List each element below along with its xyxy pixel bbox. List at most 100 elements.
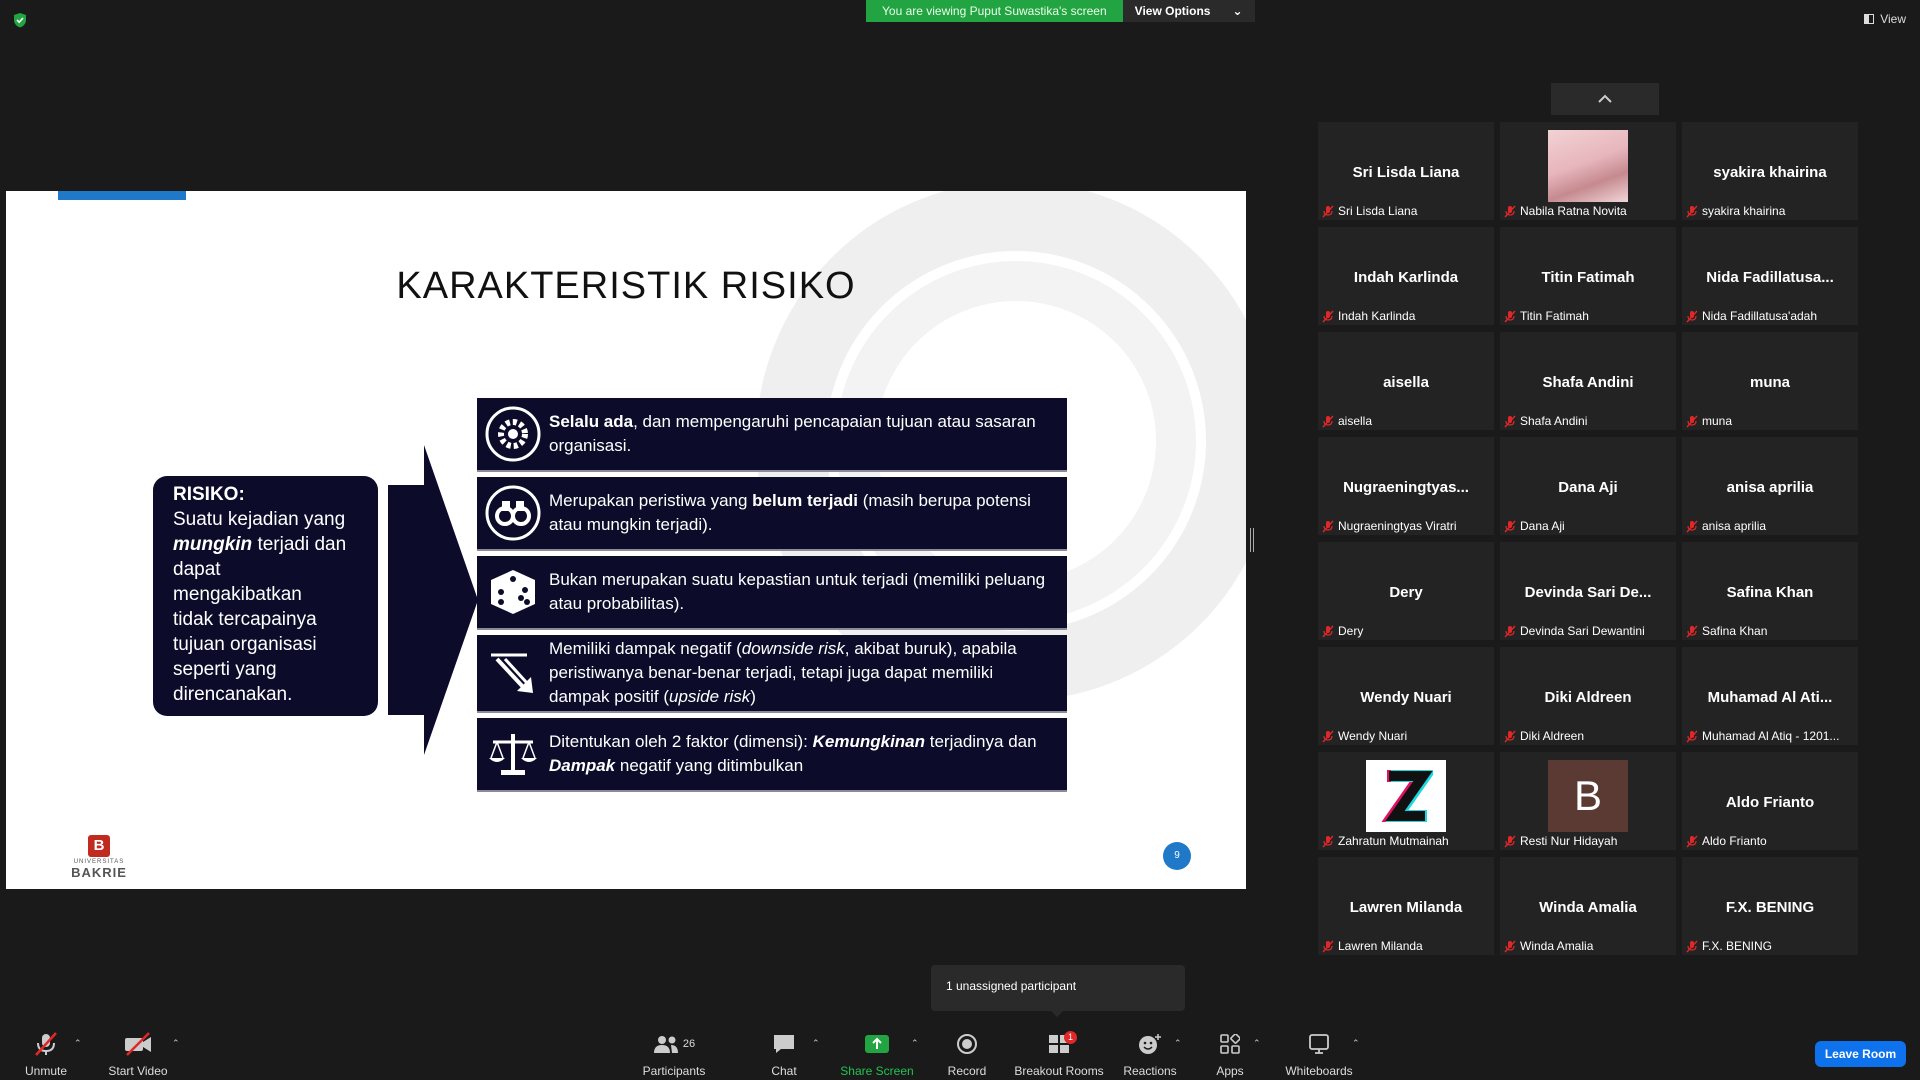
risk-text: mengakibatkan bbox=[173, 584, 302, 605]
whiteboards-label: Whiteboards bbox=[1285, 1064, 1353, 1078]
participant-tile[interactable]: Nida Fadillatusa... Nida Fadillatusa'adah bbox=[1682, 227, 1858, 325]
participant-name: Nugraeningtyas Viratri bbox=[1338, 519, 1457, 533]
participants-icon-wrap: 26 bbox=[641, 1030, 707, 1058]
participant-tile[interactable]: B Resti Nur Hidayah bbox=[1500, 752, 1676, 850]
participant-display-name: Safina Khan bbox=[1726, 584, 1814, 601]
whiteboard-icon bbox=[1284, 1030, 1354, 1058]
start-video-button[interactable]: Start Video bbox=[106, 1030, 170, 1078]
participant-display-name: anisa aprilia bbox=[1726, 479, 1814, 496]
view-button[interactable]: View bbox=[1864, 12, 1906, 26]
whiteboards-options-caret[interactable]: ⌃ bbox=[1352, 1038, 1360, 1049]
start-video-label: Start Video bbox=[108, 1064, 168, 1078]
participant-name: Dery bbox=[1338, 624, 1364, 638]
participant-tile[interactable]: muna muna bbox=[1682, 332, 1858, 430]
participant-tile[interactable]: Winda Amalia Winda Amalia bbox=[1500, 857, 1676, 955]
breakout-rooms-button[interactable]: 1 Breakout Rooms bbox=[1014, 1030, 1104, 1078]
reactions-options-caret[interactable]: ⌃ bbox=[1174, 1038, 1182, 1049]
reactions-icon bbox=[1122, 1030, 1178, 1058]
apps-options-caret[interactable]: ⌃ bbox=[1253, 1038, 1261, 1049]
participant-display-name: Indah Karlinda bbox=[1353, 269, 1459, 286]
slide-accent-bar bbox=[58, 191, 186, 200]
leave-room-button[interactable]: Leave Room bbox=[1815, 1041, 1906, 1067]
participant-tile[interactable]: Titin Fatimah Titin Fatimah bbox=[1500, 227, 1676, 325]
participant-display-name: muna bbox=[1749, 374, 1790, 391]
record-button[interactable]: Record bbox=[944, 1030, 990, 1078]
mic-muted-icon bbox=[1686, 730, 1698, 742]
apps-button[interactable]: Apps bbox=[1212, 1030, 1248, 1078]
mic-muted-icon bbox=[1504, 730, 1516, 742]
shared-screen-slide: KARAKTERISTIK RISIKO RISIKO: Suatu kejad… bbox=[6, 191, 1246, 889]
participant-tile[interactable]: F.X. BENING F.X. BENING bbox=[1682, 857, 1858, 955]
unmute-button[interactable]: Unmute bbox=[20, 1030, 72, 1078]
participant-tile[interactable]: Shafa Andini Shafa Andini bbox=[1500, 332, 1676, 430]
video-off-icon bbox=[106, 1030, 170, 1058]
participant-name: anisa aprilia bbox=[1702, 519, 1767, 533]
participants-button[interactable]: 26 Participants bbox=[641, 1030, 707, 1078]
item-italic-text: downside risk bbox=[741, 639, 845, 658]
participant-display-name: Winda Amalia bbox=[1539, 899, 1637, 916]
item-text: ) bbox=[750, 687, 756, 706]
participant-tile[interactable]: Lawren Milanda Lawren Milanda bbox=[1318, 857, 1494, 955]
risk-emphasis: mungkin bbox=[173, 534, 253, 555]
video-options-caret[interactable]: ⌃ bbox=[172, 1038, 180, 1049]
participant-name-label: Safina Khan bbox=[1686, 624, 1767, 638]
participant-name-label: Indah Karlinda bbox=[1322, 309, 1415, 323]
gallery-page-up-button[interactable] bbox=[1551, 83, 1659, 115]
participant-display-name: syakira khairina bbox=[1713, 164, 1827, 181]
audio-options-caret[interactable]: ⌃ bbox=[74, 1038, 82, 1049]
share-screen-button[interactable]: Share Screen bbox=[840, 1030, 914, 1078]
reactions-button[interactable]: Reactions bbox=[1122, 1030, 1178, 1078]
participant-display-name: Dana Aji bbox=[1558, 479, 1618, 496]
mic-muted-icon bbox=[1322, 205, 1334, 217]
participant-display-name: Wendy Nuari bbox=[1360, 689, 1452, 706]
participant-tile[interactable]: syakira khairina syakira khairina bbox=[1682, 122, 1858, 220]
participant-tile[interactable]: Dery Dery bbox=[1318, 542, 1494, 640]
share-options-caret[interactable]: ⌃ bbox=[911, 1038, 919, 1049]
unassigned-participant-tooltip: 1 unassigned participant bbox=[931, 965, 1185, 1017]
chat-button[interactable]: Chat bbox=[764, 1030, 804, 1078]
participant-tile[interactable]: Sri Lisda Liana Sri Lisda Liana bbox=[1318, 122, 1494, 220]
mic-muted-icon bbox=[1504, 625, 1516, 637]
view-options-button[interactable]: View Options ⌄ bbox=[1122, 0, 1255, 22]
participant-name-label: Muhamad Al Atiq - 1201... bbox=[1686, 729, 1839, 743]
risk-text: tidak tercapainya bbox=[173, 609, 317, 630]
participant-tile[interactable]: Nugraeningtyas... Nugraeningtyas Viratri bbox=[1318, 437, 1494, 535]
logo-name-text: BAKRIE bbox=[71, 865, 127, 880]
item-text: Memiliki dampak negatif ( bbox=[549, 639, 742, 658]
viewing-screen-label: You are viewing Puput Suwastika's screen bbox=[866, 0, 1123, 22]
participant-name-label: Nida Fadillatusa'adah bbox=[1686, 309, 1817, 323]
participant-tile[interactable]: Aldo Frianto Aldo Frianto bbox=[1682, 752, 1858, 850]
participant-tile[interactable]: aisella aisella bbox=[1318, 332, 1494, 430]
apps-icon bbox=[1212, 1030, 1248, 1058]
participant-display-name: Diki Aldreen bbox=[1544, 689, 1632, 706]
participant-tile[interactable]: Zahratun Mutmainah bbox=[1318, 752, 1494, 850]
security-shield-icon[interactable] bbox=[12, 12, 28, 28]
participant-name-label: Wendy Nuari bbox=[1322, 729, 1407, 743]
participant-tile[interactable]: Diki Aldreen Diki Aldreen bbox=[1500, 647, 1676, 745]
participant-tile[interactable]: Nabila Ratna Novita bbox=[1500, 122, 1676, 220]
participant-tile[interactable]: anisa aprilia anisa aprilia bbox=[1682, 437, 1858, 535]
participant-tile[interactable]: Muhamad Al Ati... Muhamad Al Atiq - 1201.… bbox=[1682, 647, 1858, 745]
panel-resize-handle[interactable] bbox=[1250, 528, 1254, 552]
participant-tile[interactable]: Dana Aji Dana Aji bbox=[1500, 437, 1676, 535]
participant-tile[interactable]: Safina Khan Safina Khan bbox=[1682, 542, 1858, 640]
gear-icon bbox=[477, 406, 549, 462]
share-screen-icon bbox=[840, 1030, 914, 1058]
participant-tile[interactable]: Wendy Nuari Wendy Nuari bbox=[1318, 647, 1494, 745]
university-logo: B UNIVERSITAS BAKRIE bbox=[64, 835, 134, 880]
participant-name: syakira khairina bbox=[1702, 204, 1786, 218]
participant-tile[interactable]: Devinda Sari De... Devinda Sari Dewantini bbox=[1500, 542, 1676, 640]
participant-name: Indah Karlinda bbox=[1338, 309, 1416, 323]
participant-name-label: Resti Nur Hidayah bbox=[1504, 834, 1617, 848]
risk-text: dapat bbox=[173, 559, 221, 580]
scale-icon bbox=[477, 728, 549, 780]
whiteboards-button[interactable]: Whiteboards bbox=[1284, 1030, 1354, 1078]
participant-tile[interactable]: Indah Karlinda Indah Karlinda bbox=[1318, 227, 1494, 325]
mic-muted-icon bbox=[1504, 520, 1516, 532]
participant-display-name: Shafa Andini bbox=[1542, 374, 1634, 391]
chat-options-caret[interactable]: ⌃ bbox=[812, 1038, 820, 1049]
participant-name: Dana Aji bbox=[1520, 519, 1565, 533]
participant-name-label: Aldo Frianto bbox=[1686, 834, 1767, 848]
pointer-arrow-shape bbox=[388, 445, 478, 755]
participant-display-name: F.X. BENING bbox=[1725, 899, 1815, 916]
